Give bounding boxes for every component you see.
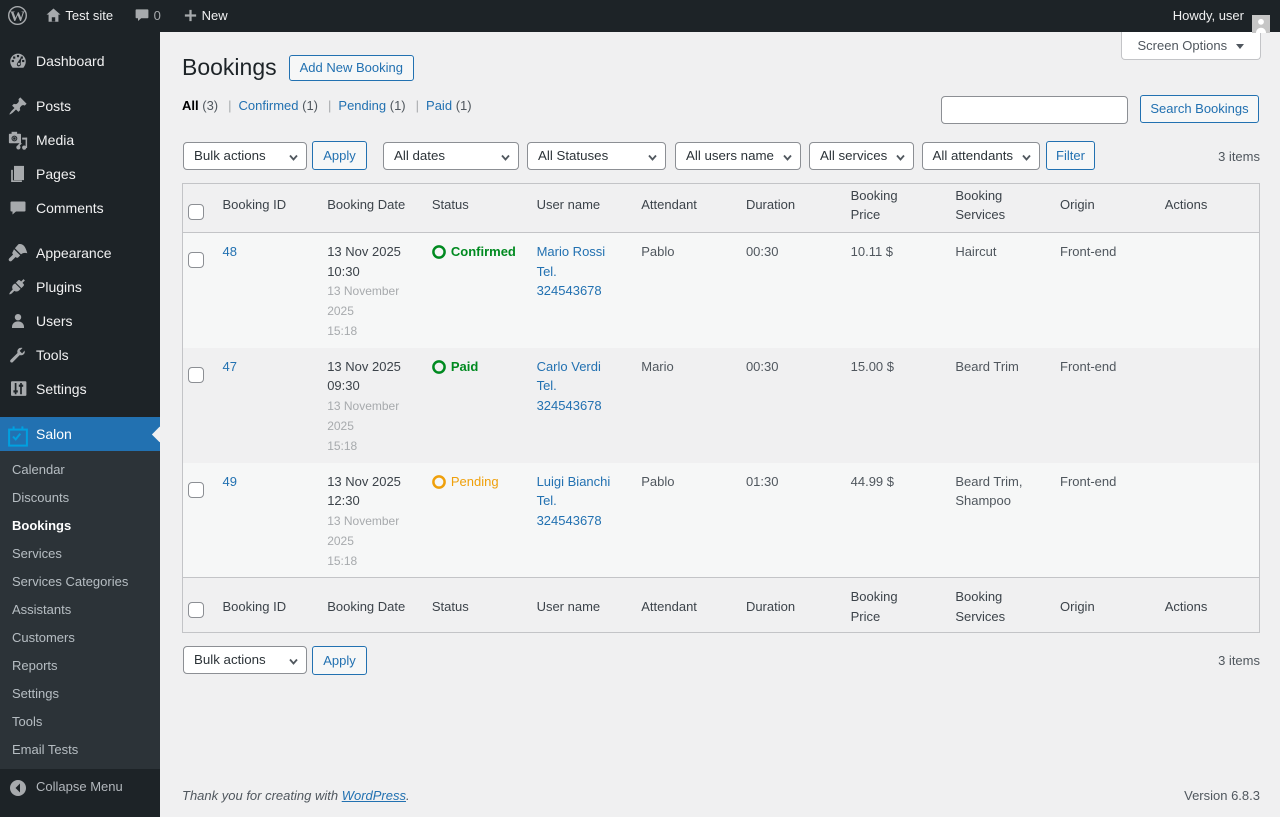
svg-text:W: W — [10, 8, 25, 24]
